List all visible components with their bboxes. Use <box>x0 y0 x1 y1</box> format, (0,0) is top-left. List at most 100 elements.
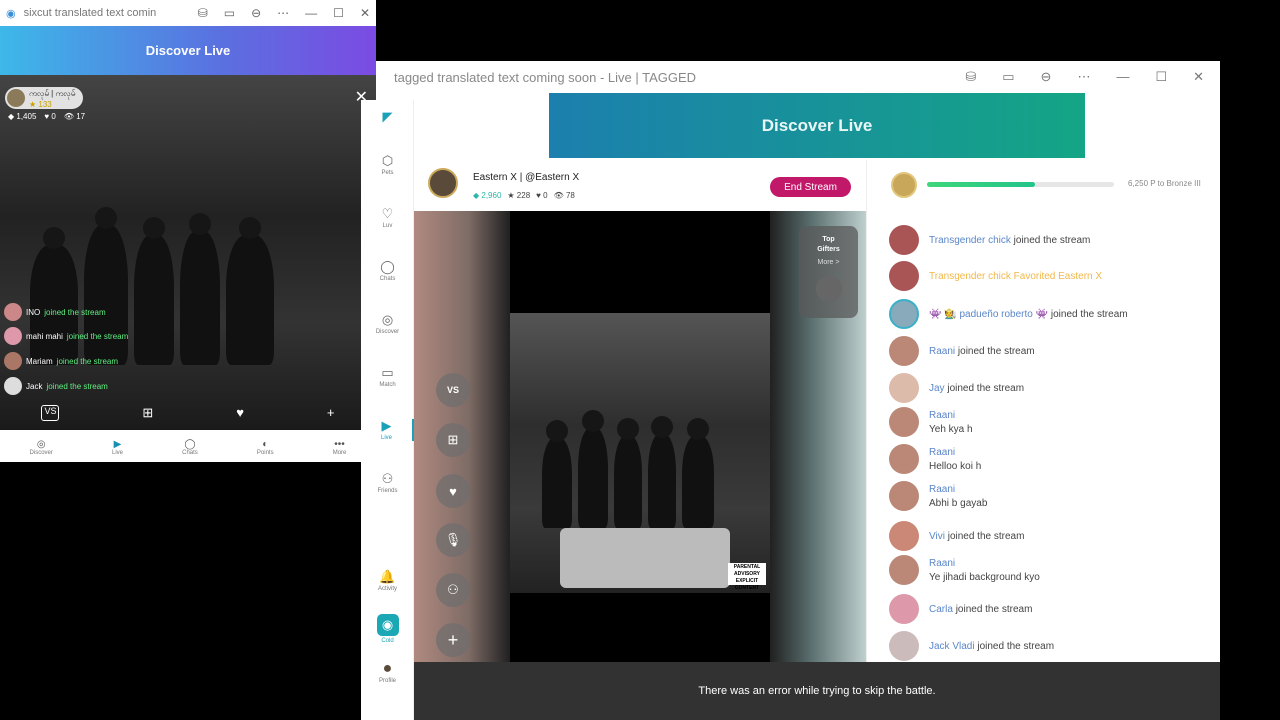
sidebar-item-chats[interactable]: ◯ Chats <box>361 260 414 283</box>
sidebar-item-pets[interactable]: ⬡ Pets <box>361 154 414 177</box>
avatar <box>7 89 25 107</box>
sidebar-item-luv[interactable]: ♡ Luv <box>361 207 414 230</box>
live-video[interactable]: PARENTAL ADVISORY EXPLICIT CONTENT VS ⊞ … <box>414 211 866 662</box>
avatar <box>4 377 22 395</box>
avatar[interactable] <box>889 336 919 366</box>
sidebar-item-discover[interactable]: ◎ Discover <box>361 313 414 336</box>
chat-username[interactable]: Raani <box>929 447 981 458</box>
avatar[interactable] <box>889 555 919 585</box>
add-video-icon[interactable]: ⊞ <box>142 405 153 421</box>
avatar[interactable] <box>889 407 919 437</box>
sidebar-item-label: Luv <box>382 223 393 229</box>
sidebar-item-profile[interactable]: ● Profile <box>361 660 414 685</box>
avatar[interactable] <box>889 261 919 291</box>
streamer-name[interactable]: Eastern X | @Eastern X <box>473 172 579 183</box>
avatar[interactable] <box>889 631 919 661</box>
chat-text: joined the stream <box>957 345 1035 357</box>
more-icon[interactable]: ⋯ <box>1077 69 1090 85</box>
maximize-button[interactable]: ☐ <box>333 6 344 20</box>
guest-button[interactable]: ⚇ <box>436 573 470 607</box>
maximize-button[interactable]: ☐ <box>1155 69 1167 85</box>
chat-text: joined the stream <box>44 307 106 317</box>
more-icon: ••• <box>334 438 345 450</box>
nav-label: Discover <box>29 449 53 456</box>
minimize-button[interactable]: — <box>1116 69 1129 85</box>
nav-discover[interactable]: ◎ Discover <box>30 439 53 456</box>
nav-chats[interactable]: ◯ Chats <box>182 439 198 456</box>
chat-username[interactable]: Raani <box>929 346 955 357</box>
chat-message: Jay joined the stream <box>889 373 1024 403</box>
streamer-avatar[interactable] <box>428 168 458 198</box>
sidebar-item-activity[interactable]: 🔔 Activity <box>361 570 414 593</box>
nav-more[interactable]: ••• More <box>333 439 347 456</box>
gifter-avatar[interactable] <box>815 276 842 302</box>
avatar <box>4 352 22 370</box>
nav-live[interactable]: ▶ Live <box>112 439 123 456</box>
chat-message: 👾 🧑‍🌾 padueño roberto 👾 joined the strea… <box>889 299 1128 329</box>
vs-icon[interactable]: VS <box>41 405 60 421</box>
nav-points[interactable]: ◐ Points <box>257 439 274 456</box>
chat-username[interactable]: Carla <box>929 604 953 615</box>
avatar[interactable] <box>889 373 919 403</box>
video-icon[interactable]: ▭ <box>224 6 235 20</box>
chat-username[interactable]: Jack Vladi <box>929 641 975 652</box>
sidebar-item-gold[interactable]: ◉ Cold <box>361 614 414 644</box>
sidebar-item-live[interactable]: ▶ Live <box>361 419 414 441</box>
close-window-button[interactable]: ✕ <box>360 6 370 20</box>
chat-text: Helloo koi h <box>929 460 982 472</box>
profile-avatar: ● <box>382 660 393 677</box>
chat-message: Transgender chick Favorited Eastern X <box>889 261 1102 291</box>
match-icon: ▭ <box>381 365 394 380</box>
sidebar-item-tagged-logo[interactable]: ◤ <box>361 110 414 124</box>
microphone-button[interactable]: 🎙 <box>436 523 470 557</box>
more-icon[interactable]: ⋯ <box>277 6 289 20</box>
chat-username[interactable]: Transgender chick <box>929 235 1011 246</box>
avatar[interactable] <box>889 594 919 624</box>
vs-button[interactable]: VS <box>436 373 470 407</box>
database-icon[interactable]: ⛁ <box>965 69 976 85</box>
viewer-count: 👁 78 <box>553 191 575 200</box>
chat-username[interactable]: Raani <box>929 410 973 421</box>
avatar[interactable] <box>889 481 919 511</box>
mini-bottom-nav: ◎ Discover ▶ Live ◯ Chats ◐ Points ••• More <box>0 432 376 462</box>
nav-label: Chats <box>182 449 198 456</box>
chat-panel: 6,250 P to Bronze III Transgender chick … <box>866 160 1220 662</box>
plus-icon[interactable]: + <box>327 405 335 421</box>
plus-button[interactable]: + <box>436 623 470 657</box>
sidebar-item-label: Match <box>379 382 396 388</box>
chat-icon: ◯ <box>184 438 196 450</box>
chat-text: joined the stream <box>947 530 1025 542</box>
avatar[interactable] <box>889 299 919 329</box>
chat-message: Raani Abhi b gayab <box>889 481 987 511</box>
chat-user: INO <box>26 307 41 317</box>
avatar[interactable] <box>889 225 919 255</box>
chat-text: joined the stream <box>46 381 108 391</box>
zoom-icon[interactable]: ⊖ <box>251 6 261 20</box>
chat-username[interactable]: 👾 🧑‍🌾 padueño roberto 👾 <box>929 309 1048 320</box>
heart-button[interactable]: ♥ <box>436 474 470 508</box>
heart-count: ♥ 0 <box>536 191 548 200</box>
avatar[interactable] <box>889 521 919 551</box>
minimize-button[interactable]: — <box>305 6 317 20</box>
heart-icon[interactable]: ♥ <box>236 405 244 421</box>
database-icon[interactable]: ⛁ <box>198 6 208 20</box>
mini-chat-item: Jack joined the stream <box>4 377 108 395</box>
top-gifters-panel[interactable]: Top Gifters More > <box>799 226 858 318</box>
chat-username[interactable]: Transgender chick <box>929 271 1011 282</box>
video-icon[interactable]: ▭ <box>1002 69 1014 85</box>
mini-stream-view[interactable]: ကလုမ် | ကလုမ် ★ 133 ◆ 1,405 ♥ 0 👁 17 ✕ I… <box>0 75 376 430</box>
close-window-button[interactable]: ✕ <box>1193 69 1204 85</box>
top-gifters-more[interactable]: More > <box>799 258 858 268</box>
chat-username[interactable]: Raani <box>929 558 1040 569</box>
sidebar-item-friends[interactable]: ⚇ Friends <box>361 472 414 495</box>
avatar[interactable] <box>889 444 919 474</box>
add-video-button[interactable]: ⊞ <box>436 423 470 457</box>
chat-username[interactable]: Vivi <box>929 531 945 542</box>
mini-host-pill[interactable]: ကလုမ် | ကလုမ် ★ 133 <box>5 87 84 109</box>
chat-username[interactable]: Raani <box>929 484 987 495</box>
zoom-icon[interactable]: ⊖ <box>1041 69 1052 85</box>
chat-username[interactable]: Jay <box>929 383 945 394</box>
chat-text: Yeh kya h <box>929 423 973 435</box>
sidebar-item-match[interactable]: ▭ Match <box>361 365 414 389</box>
end-stream-button[interactable]: End Stream <box>770 177 851 197</box>
